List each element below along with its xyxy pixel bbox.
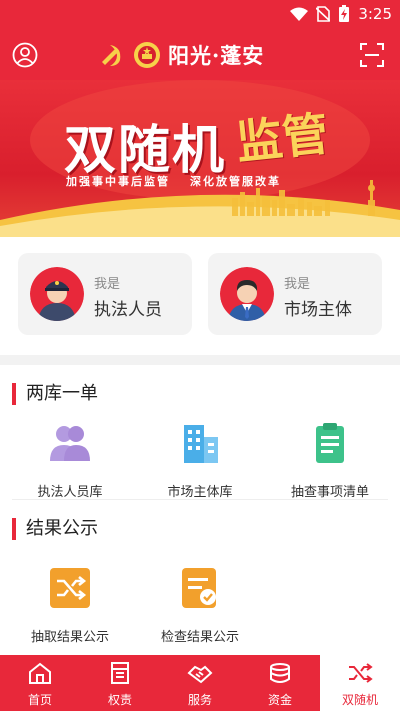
checklist-icon bbox=[182, 568, 216, 608]
tab-double-random[interactable]: 双随机 bbox=[320, 655, 400, 711]
inspection-results-item[interactable]: 检查结果公示 bbox=[140, 566, 260, 645]
tab-rights[interactable]: 权责 bbox=[80, 655, 160, 711]
tab-home[interactable]: 首页 bbox=[0, 655, 80, 711]
market-entity-prefix: 我是 bbox=[284, 277, 311, 292]
tab-funds-label: 资金 bbox=[267, 693, 292, 707]
no-sim-icon bbox=[316, 6, 331, 22]
law-enforcer-label: 执法人员 bbox=[94, 300, 162, 320]
law-enforcer-prefix: 我是 bbox=[94, 277, 121, 292]
section-title: 结果公示 bbox=[12, 518, 98, 540]
promo-banner: 双随机 监管 加强事中事后监管 深化放管服改革 bbox=[0, 80, 400, 237]
identity-selector: 我是 执法人员 我是 市场主体 bbox=[0, 237, 400, 355]
banner-sub-right: 深化放管服改革 bbox=[190, 175, 281, 188]
header-branding: 阳光·蓬安 bbox=[96, 38, 264, 72]
law-enforcer-library[interactable]: 执法人员库 bbox=[10, 421, 130, 500]
market-entity-library-label: 市场主体库 bbox=[167, 485, 233, 500]
section-title: 两库一单 bbox=[12, 383, 98, 405]
wifi-icon bbox=[290, 7, 309, 21]
market-entity-card[interactable]: 我是 市场主体 bbox=[208, 253, 382, 335]
tab-rights-label: 权责 bbox=[107, 693, 132, 707]
shuffle-icon bbox=[50, 568, 90, 608]
party-emblem-icon bbox=[96, 40, 126, 70]
market-entity-label: 市场主体 bbox=[284, 300, 352, 320]
app-title: 阳光·蓬安 bbox=[168, 43, 265, 68]
tab-services-label: 服务 bbox=[187, 693, 212, 707]
shuffle-icon bbox=[349, 663, 373, 683]
results-section: 结果公示 抽取结果公示 检查结果公示 bbox=[0, 500, 400, 655]
bottom-tab-bar: 首页 权责 服务 资金 双随机 bbox=[0, 655, 400, 711]
tab-funds[interactable]: 资金 bbox=[240, 655, 320, 711]
tab-double-random-label: 双随机 bbox=[341, 693, 378, 707]
battery-charging-icon bbox=[339, 5, 350, 22]
app-header: 阳光·蓬安 bbox=[0, 30, 400, 80]
clipboard-icon bbox=[316, 423, 344, 463]
clock: 3:25 bbox=[358, 5, 392, 23]
draw-results-item[interactable]: 抽取结果公示 bbox=[10, 566, 130, 645]
officer-avatar-icon bbox=[30, 267, 84, 321]
book-icon bbox=[111, 662, 129, 684]
home-icon bbox=[29, 662, 51, 684]
spot-check-list-label: 抽查事项清单 bbox=[290, 485, 369, 500]
inspection-results-label: 检查结果公示 bbox=[160, 630, 239, 645]
buildings-icon bbox=[184, 425, 218, 463]
draw-results-label: 抽取结果公示 bbox=[30, 630, 109, 645]
two-libraries-section: 两库一单 执法人员库 市场主体库 抽查事项清单 bbox=[0, 365, 400, 500]
spot-check-list[interactable]: 抽查事项清单 bbox=[270, 421, 390, 500]
banner-subtitle: 加强事中事后监管 深化放管服改革 bbox=[66, 173, 281, 189]
scan-icon[interactable] bbox=[360, 43, 384, 67]
banner-title: 双随机 bbox=[64, 121, 227, 181]
money-icon bbox=[270, 663, 290, 683]
tab-home-label: 首页 bbox=[27, 693, 52, 707]
banner-script: 监管 bbox=[233, 106, 331, 170]
tab-services[interactable]: 服务 bbox=[160, 655, 240, 711]
law-enforcer-library-label: 执法人员库 bbox=[37, 485, 103, 500]
national-emblem-icon bbox=[134, 42, 160, 68]
user-profile-icon[interactable] bbox=[12, 42, 38, 68]
people-icon bbox=[50, 426, 90, 461]
market-entity-library[interactable]: 市场主体库 bbox=[140, 421, 260, 500]
status-bar: 3:25 bbox=[0, 0, 400, 30]
businessman-avatar-icon bbox=[220, 267, 274, 321]
handshake-icon bbox=[187, 665, 213, 684]
law-enforcer-card[interactable]: 我是 执法人员 bbox=[18, 253, 192, 335]
banner-sub-left: 加强事中事后监管 bbox=[66, 175, 170, 188]
